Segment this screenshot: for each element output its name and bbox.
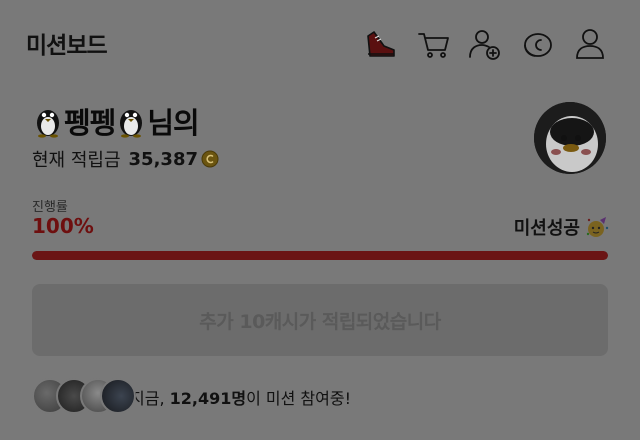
participants: 지금, 12,491명이 미션 참여중!	[32, 378, 351, 416]
profile-icon[interactable]	[570, 24, 610, 64]
add-user-icon[interactable]	[465, 24, 505, 64]
mission-status: 미션성공	[514, 214, 610, 240]
progress-bar-fill	[32, 251, 608, 260]
coin-icon[interactable]	[517, 24, 557, 64]
user-name: 펭펭	[64, 106, 116, 140]
points-line: 현재 적립금 35,387	[32, 146, 219, 172]
progress-label: 진행률	[32, 200, 68, 215]
participants-text: 지금, 12,491명이 미션 참여중!	[130, 385, 351, 409]
sneaker-icon[interactable]	[360, 24, 400, 64]
points-value: 35,387	[128, 148, 198, 170]
participants-prefix: 지금,	[130, 389, 170, 408]
user-suffix: 님의	[147, 106, 199, 140]
reward-notice: 추가 10캐시가 적립되었습니다	[32, 284, 608, 356]
cart-icon[interactable]	[413, 24, 453, 64]
penguin-icon	[32, 104, 64, 138]
participant-avatars	[32, 378, 136, 416]
header: 미션보드	[0, 0, 640, 84]
points-label: 현재 적립금	[32, 150, 121, 171]
avatar[interactable]	[534, 102, 606, 174]
party-icon	[586, 217, 609, 237]
participants-suffix: 이 미션 참여중!	[246, 389, 351, 408]
progress-percent: 100%	[32, 214, 94, 238]
participants-count: 12,491명	[169, 389, 247, 408]
page-title: 미션보드	[26, 33, 108, 59]
mission-status-text: 미션성공	[513, 218, 580, 239]
participant-avatar	[100, 378, 136, 414]
progress-bar	[32, 251, 608, 260]
coin-icon	[201, 150, 219, 168]
penguin-icon	[115, 104, 147, 138]
user-greeting: 펭펭 님의	[32, 100, 200, 142]
